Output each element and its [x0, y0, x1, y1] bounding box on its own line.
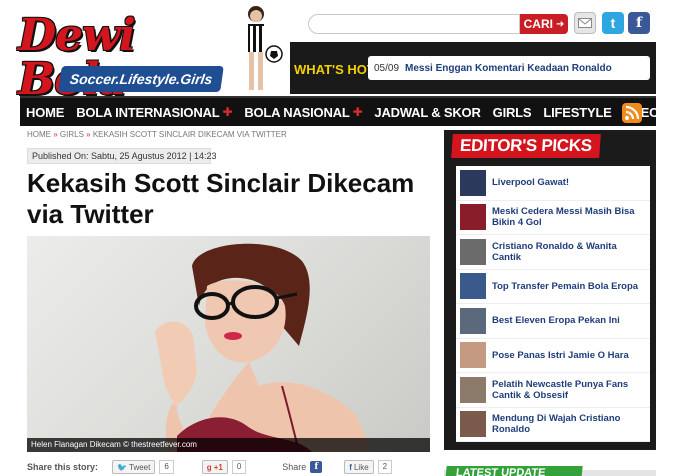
nav-item-label: BOLA INTERNASIONAL: [76, 104, 220, 120]
share-label: Share this story:: [27, 462, 99, 472]
editors-pick-item[interactable]: Liverpool Gawat!: [456, 166, 650, 201]
editors-pick-item[interactable]: Mendung Di Wajah Cristiano Ronaldo: [456, 407, 650, 442]
rss-icon[interactable]: [622, 103, 642, 123]
nav-item-bola-internasional[interactable]: BOLA INTERNASIONAL ✚: [70, 105, 238, 120]
editors-pick-thumbnail[interactable]: [460, 169, 486, 196]
ticker-headline[interactable]: Messi Enggan Komentari Keadaan Ronaldo: [405, 63, 612, 74]
whats-hot-bar: WHAT'S HOT! 05/09 Messi Enggan Komentari…: [290, 42, 656, 94]
nav-item-lifestyle[interactable]: LIFESTYLE: [537, 105, 617, 120]
editors-pick-title[interactable]: Liverpool Gawat!: [492, 177, 569, 188]
search-button[interactable]: CARI ➜: [520, 14, 568, 34]
tweet-button[interactable]: 🐦 Tweet: [112, 460, 156, 474]
editors-pick-thumbnail[interactable]: [460, 376, 486, 403]
article-photo-illustration: [155, 243, 372, 452]
mascot-figure: [248, 6, 283, 90]
editors-pick-thumbnail[interactable]: [460, 342, 486, 369]
editors-pick-item[interactable]: Best Eleven Eropa Pekan Ini: [456, 304, 650, 339]
gplus-button[interactable]: g +1: [201, 460, 228, 474]
plus-icon: ✚: [222, 105, 233, 119]
facebook-icon[interactable]: f: [628, 12, 650, 34]
site-header: Dewi Bola Soccer.Lifestyle.Girls CARI ➜ …: [0, 0, 680, 102]
logo-tagline: Soccer.Lifestyle.Girls: [58, 66, 225, 92]
editors-pick-title[interactable]: Best Eleven Eropa Pekan Ini: [492, 315, 620, 326]
editors-pick-thumbnail[interactable]: [460, 273, 486, 300]
editors-pick-title[interactable]: Pose Panas Istri Jamie O Hara: [492, 350, 629, 361]
breadcrumb-separator: »: [53, 130, 60, 139]
main-nav: HOME BOLA INTERNASIONAL ✚ BOLA NASIONAL ✚ JAD…: [20, 96, 680, 126]
article-title: Kekasih Scott Sinclair Dikecam via Twitt…: [27, 168, 415, 229]
editors-pick-title[interactable]: Cristiano Ronaldo & Wanita Cantik: [492, 241, 646, 263]
editors-pick-title[interactable]: Mendung Di Wajah Cristiano Ronaldo: [492, 413, 646, 435]
tweet-count: 6: [159, 460, 174, 474]
gplus-count: 0: [231, 460, 247, 474]
whats-hot-ticker[interactable]: 05/09 Messi Enggan Komentari Keadaan Ron…: [368, 56, 650, 80]
editors-pick-thumbnail[interactable]: [460, 411, 486, 438]
tweet-label: Tweet: [129, 462, 151, 472]
mail-icon[interactable]: [574, 12, 596, 34]
editors-pick-title[interactable]: Meski Cedera Messi Masih Bisa Bikin 4 Go…: [492, 206, 646, 228]
plus-icon: ✚: [352, 105, 363, 119]
search-input[interactable]: [308, 14, 520, 34]
editors-pick-title[interactable]: Pelatih Newcastle Punya Fans Cantik & Ob…: [492, 379, 646, 401]
whats-hot-label: WHAT'S HOT!: [294, 62, 380, 77]
nav-item-home[interactable]: HOME: [20, 105, 70, 120]
nav-item-label: GIRLS: [492, 104, 532, 120]
editors-pick-item[interactable]: Meski Cedera Messi Masih Bisa Bikin 4 Go…: [456, 200, 650, 235]
nav-item-label: HOME: [26, 104, 65, 120]
editors-pick-item[interactable]: Cristiano Ronaldo & Wanita Cantik: [456, 235, 650, 270]
article-photo: [27, 236, 430, 452]
breadcrumb: HOME » GIRLS » KEKASIH SCOTT SINCLAIR DI…: [27, 130, 287, 139]
nav-item-label: BOLA NASIONAL: [244, 104, 350, 120]
twitter-icon[interactable]: t: [602, 12, 624, 34]
breadcrumb-section[interactable]: GIRLS: [60, 130, 84, 139]
share-bar: Share this story: 🐦 Tweet 6 g +1 0 Share…: [27, 458, 430, 476]
editors-pick-thumbnail[interactable]: [460, 238, 486, 265]
editors-pick-item[interactable]: Top Transfer Pemain Bola Eropa: [456, 269, 650, 304]
published-date: Published On: Sabtu, 25 Agustus 2012 | 1…: [27, 148, 216, 164]
nav-item-jadwal-skor[interactable]: JADWAL & SKOR: [368, 105, 486, 120]
gplus-icon: g: [206, 462, 212, 472]
nav-item-label: JADWAL & SKOR: [374, 104, 481, 120]
search-button-label: CARI: [523, 17, 553, 31]
share-text: Share: [282, 462, 307, 472]
gplus-label: +1: [213, 462, 223, 472]
editors-picks-heading: EDITOR'S PICKS: [451, 134, 601, 158]
breadcrumb-home[interactable]: HOME: [27, 130, 51, 139]
arrow-right-icon: ➜: [555, 18, 565, 30]
facebook-share-icon[interactable]: f: [310, 461, 323, 473]
ticker-date: 05/09: [374, 62, 400, 74]
like-label: Like: [353, 462, 369, 472]
nav-item-girls[interactable]: GIRLS: [487, 105, 538, 120]
editors-pick-thumbnail[interactable]: [460, 307, 486, 334]
breadcrumb-current: KEKASIH SCOTT SINCLAIR DIKECAM VIA TWITT…: [92, 130, 287, 139]
nav-item-bola-nasional[interactable]: BOLA NASIONAL ✚: [238, 105, 368, 120]
editors-pick-title[interactable]: Top Transfer Pemain Bola Eropa: [492, 281, 638, 292]
sidebar: EDITOR'S PICKS Liverpool Gawat! Meski Ced…: [444, 130, 656, 450]
photo-caption: Helen Flanagan Dikecam © thestreetfever.…: [27, 438, 430, 452]
editors-pick-item[interactable]: Pelatih Newcastle Punya Fans Cantik & Ob…: [456, 373, 650, 408]
like-count: 2: [377, 460, 393, 474]
breadcrumb-separator: »: [86, 130, 93, 139]
editors-picks-list: Liverpool Gawat! Meski Cedera Messi Masih…: [456, 166, 650, 442]
like-button[interactable]: f Like: [344, 460, 374, 474]
editors-pick-thumbnail[interactable]: [460, 204, 486, 231]
editors-pick-item[interactable]: Pose Panas Istri Jamie O Hara: [456, 338, 650, 373]
nav-item-label: LIFESTYLE: [543, 104, 612, 120]
twitter-bird-icon: 🐦: [117, 462, 127, 472]
facebook-like-icon: f: [349, 462, 352, 472]
latest-update-heading: LATEST UPDATE: [445, 466, 583, 476]
site-logo[interactable]: Dewi Bola Soccer.Lifestyle.Girls: [12, 8, 232, 102]
